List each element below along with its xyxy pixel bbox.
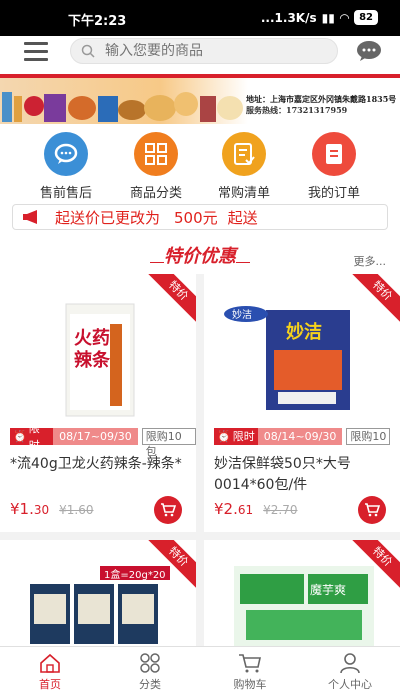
product-name: 妙洁保鲜袋50只*大号0014*60包/件 [214,456,351,493]
limit-dates: 08/14~09/30 [257,428,343,445]
battery-level: 82 [354,10,378,25]
status-time: 下午2:23 [68,14,127,29]
notice-section: 起送价已更改为 500元 起送 [0,200,400,236]
svg-text:妙洁: 妙洁 [232,308,252,321]
product-card[interactable]: 魔芋爽 特价 [204,540,400,646]
limit-time-badge: ⏰ 限时 [10,422,54,452]
limit-dates: 08/17~09/30 [53,428,138,445]
tab-cart[interactable]: 购物车 [200,653,300,692]
checklist-icon [222,132,266,176]
alarm-clock-icon: ⏰ [217,430,231,443]
original-price: ¥2.70 [263,503,298,517]
notice-amount: 500元 [174,208,218,227]
svg-text:魔芋爽: 魔芋爽 [310,582,346,597]
box-label: 1盒=20g*20 [104,570,166,581]
quick-entries: 售前售后 商品分类 常购清单 我的订单 [0,124,400,201]
quick-item-frequent-list[interactable]: 常购清单 [204,132,284,201]
product-price: ¥2.61 ¥2.70 [214,500,298,518]
limit-info: ⏰ 限时 08/17~09/30 限购10包 [10,422,196,458]
wifi-icon: ◠ [339,10,350,25]
quick-item-label: 我的订单 [307,186,360,201]
special-section-header: 特价优惠 更多... [0,236,400,274]
product-card[interactable]: 火药 辣条 特价 ⏰ 限时 08/17~09/30 限购10包 *流40g卫龙火药… [0,274,196,532]
quick-item-after-sales[interactable]: 售前售后 [26,132,106,201]
top-header [0,36,400,74]
cart-icon [239,654,261,673]
tab-home[interactable]: 首页 [0,653,100,692]
status-bar: 下午2:23 ...1.3K/s ▮▮ ◠ 82 [0,0,400,36]
product-image: 妙洁 妙洁 [224,306,350,410]
limit-info: ⏰ 限时 08/14~09/30 限购10 [214,428,391,445]
search-input[interactable] [105,43,305,59]
promo-banner[interactable]: 地址：上海市嘉定区外冈镇朱戴路1835号 服务热线：17321317959 [0,74,400,124]
limit-time-badge: ⏰ 限时 [214,428,258,445]
message-icon[interactable] [356,40,382,66]
tab-label: 个人中心 [328,678,372,691]
user-icon [340,653,360,674]
original-price: ¥1.60 [59,503,94,517]
menu-icon[interactable] [24,42,48,62]
quick-item-label: 常购清单 [217,186,270,201]
banner-address: 地址：上海市嘉定区外冈镇朱戴路1835号 服务热线：17321317959 [246,94,397,115]
tab-profile[interactable]: 个人中心 [300,653,400,692]
notice-suffix: 起送 [227,208,258,227]
alarm-clock-icon: ⏰ [13,430,27,443]
product-price: ¥1.30 ¥1.60 [10,500,94,518]
product-card[interactable]: 1盒=20g*20 特价 [0,540,196,646]
category-icon [140,653,160,673]
svg-text:辣条: 辣条 [74,349,111,371]
status-indicators: ...1.3K/s ▮▮ ◠ 82 [261,10,378,25]
more-link[interactable]: 更多... [354,253,387,269]
quick-item-label: 售前售后 [39,186,92,201]
category-grid-icon [134,132,178,176]
network-speed: ...1.3K/s [260,10,317,25]
banner-products-image [2,92,243,122]
tab-category[interactable]: 分类 [100,653,200,692]
product-image: 火药 辣条 [65,303,135,417]
signal-icon: ▮▮ [321,10,335,25]
cart-icon [365,503,380,517]
tab-label: 首页 [39,678,61,691]
special-title: 特价优惠 [150,242,250,268]
svg-text:妙洁: 妙洁 [286,321,322,343]
bottom-tab-bar: 首页 分类 购物车 个人中心 [0,646,400,700]
tab-label: 购物车 [233,678,267,691]
order-document-icon [312,132,356,176]
limit-qty: 限购10 [346,428,391,445]
home-icon [40,653,60,673]
search-icon [81,44,95,58]
quick-item-categories[interactable]: 商品分类 [116,132,196,201]
search-bar[interactable] [70,38,338,64]
add-to-cart-button[interactable] [358,496,386,524]
product-name: *流40g卫龙火药辣条-辣条* [10,456,182,472]
add-to-cart-button[interactable] [154,496,182,524]
notice-prefix: 起送价已更改为 [55,208,161,227]
quick-item-label: 商品分类 [129,186,182,201]
megaphone-icon [23,210,37,224]
quick-item-my-orders[interactable]: 我的订单 [294,132,374,201]
min-order-notice: 起送价已更改为 500元 起送 [12,204,388,230]
tab-label: 分类 [139,678,161,691]
limit-qty: 限购10包 [141,428,196,458]
svg-text:火药: 火药 [74,327,110,349]
product-card[interactable]: 妙洁 妙洁 特价 ⏰ 限时 08/14~09/30 限购10 妙洁保鲜袋50只*大… [204,274,400,532]
headset-chat-icon [44,132,88,176]
cart-icon [161,503,176,517]
